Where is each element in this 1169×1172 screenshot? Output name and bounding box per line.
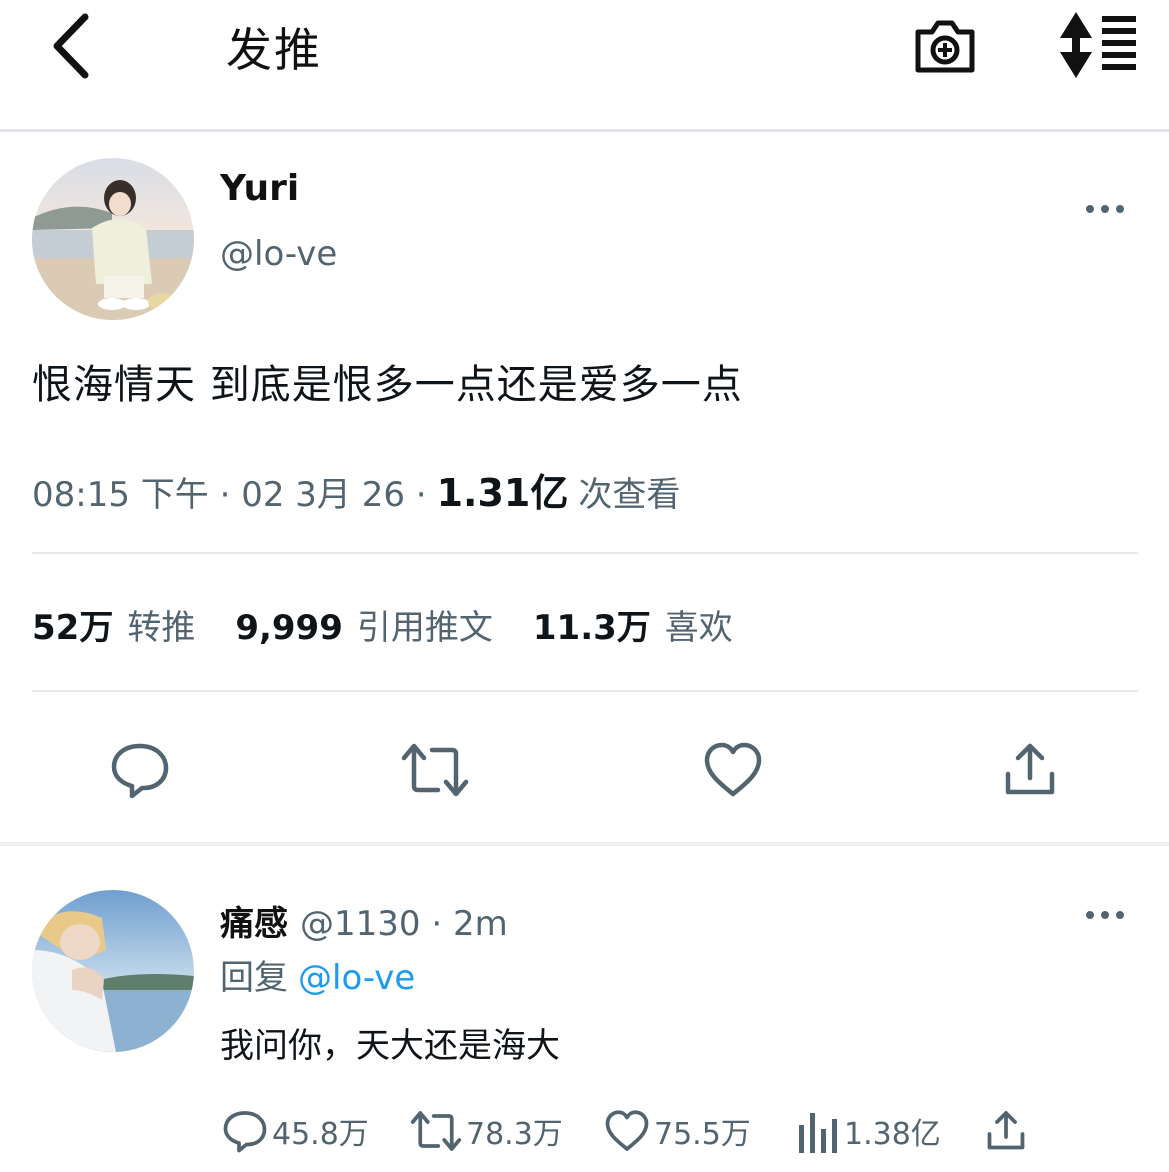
- reply-icon: [223, 1111, 267, 1153]
- reply-avatar[interactable]: [32, 890, 194, 1052]
- retweets-stat[interactable]: 52万 转推: [32, 600, 195, 649]
- reply-action-bar: 45.8万 78.3万 75.5万 1.38亿: [0, 1106, 1169, 1156]
- top-bar: 发推: [0, 0, 1169, 132]
- more-dots-icon: [1086, 205, 1124, 213]
- likes-stat[interactable]: 11.3万 喜欢: [533, 600, 733, 649]
- tweet-meta: 08:15 下午 · 02 3月 26 · 1.31亿 次查看: [32, 462, 680, 517]
- back-chevron-icon: [53, 13, 89, 79]
- views-count: 1.31亿: [436, 471, 569, 515]
- reply-share-button[interactable]: [982, 1106, 1030, 1156]
- likes-count: 11.3万: [532, 608, 651, 648]
- reply-handle-time: @1130 · 2m: [300, 904, 508, 944]
- sort-list-icon: [1060, 12, 1136, 78]
- tweet-timestamp: 08:15 下午 · 02 3月 26 ·: [32, 475, 427, 515]
- likes-label: 喜欢: [664, 608, 733, 648]
- reply-views-count: 1.38亿: [844, 1117, 941, 1152]
- more-dots-icon: [1086, 911, 1124, 919]
- retweet-icon: [410, 1111, 462, 1151]
- reply-icon: [111, 743, 169, 799]
- more-options-button[interactable]: [1080, 194, 1130, 224]
- tweet-stats: 52万 转推 9,999 引用推文 11.3万 喜欢: [32, 600, 773, 649]
- reply-likes-count: 75.5万: [654, 1117, 751, 1152]
- reply-replies-count: 45.8万: [272, 1117, 369, 1152]
- views-chart-icon: [799, 1113, 837, 1153]
- camera-button[interactable]: [910, 10, 980, 80]
- reply-author-name[interactable]: 痛感: [220, 896, 288, 945]
- like-button[interactable]: [698, 735, 768, 805]
- sort-button[interactable]: [1052, 10, 1140, 80]
- reply-reply-button[interactable]: 45.8万: [220, 1106, 369, 1156]
- retweet-button[interactable]: [400, 735, 470, 805]
- replying-to: 回复 @lo-ve: [220, 950, 415, 999]
- reply-button[interactable]: [105, 735, 175, 805]
- reply-text: 我问你，天大还是海大: [220, 1026, 560, 1066]
- quotes-stat[interactable]: 9,999 引用推文: [235, 600, 493, 649]
- avatar[interactable]: [32, 158, 194, 320]
- reply-retweet-button[interactable]: 78.3万: [408, 1106, 563, 1156]
- like-icon: [704, 742, 762, 797]
- reply-more-options-button[interactable]: [1080, 900, 1130, 930]
- section-separator: [0, 842, 1169, 846]
- back-button[interactable]: [36, 8, 106, 84]
- retweet-icon: [401, 743, 469, 797]
- reply-retweets-count: 78.3万: [466, 1117, 563, 1152]
- camera-plus-icon: [915, 20, 975, 73]
- reply-header: 痛感 @1130 · 2m: [220, 896, 508, 945]
- views-label: 次查看: [578, 475, 681, 515]
- reply-like-button[interactable]: 75.5万: [602, 1106, 751, 1156]
- reply-mention-link[interactable]: @lo-ve: [298, 958, 415, 998]
- like-icon: [605, 1110, 649, 1151]
- retweets-label: 转推: [127, 608, 196, 648]
- tweet-text: 恨海情天 到底是恨多一点还是爱多一点: [32, 362, 743, 408]
- page-title: 发推: [226, 23, 322, 77]
- quotes-count: 9,999: [235, 608, 343, 648]
- avatar-photo-seaside: [32, 890, 194, 1052]
- share-icon: [987, 1111, 1025, 1150]
- share-button[interactable]: [995, 735, 1065, 805]
- share-icon: [1005, 743, 1055, 795]
- reply-views-button[interactable]: 1.38亿: [796, 1106, 941, 1156]
- divider: [32, 690, 1138, 692]
- divider: [32, 552, 1138, 554]
- author-name[interactable]: Yuri: [220, 168, 299, 209]
- avatar-photo-beach: [32, 158, 194, 320]
- reply-label: 回复: [220, 958, 288, 998]
- author-handle[interactable]: @lo-ve: [220, 234, 337, 274]
- quotes-label: 引用推文: [356, 608, 493, 648]
- retweets-count: 52万: [32, 608, 114, 648]
